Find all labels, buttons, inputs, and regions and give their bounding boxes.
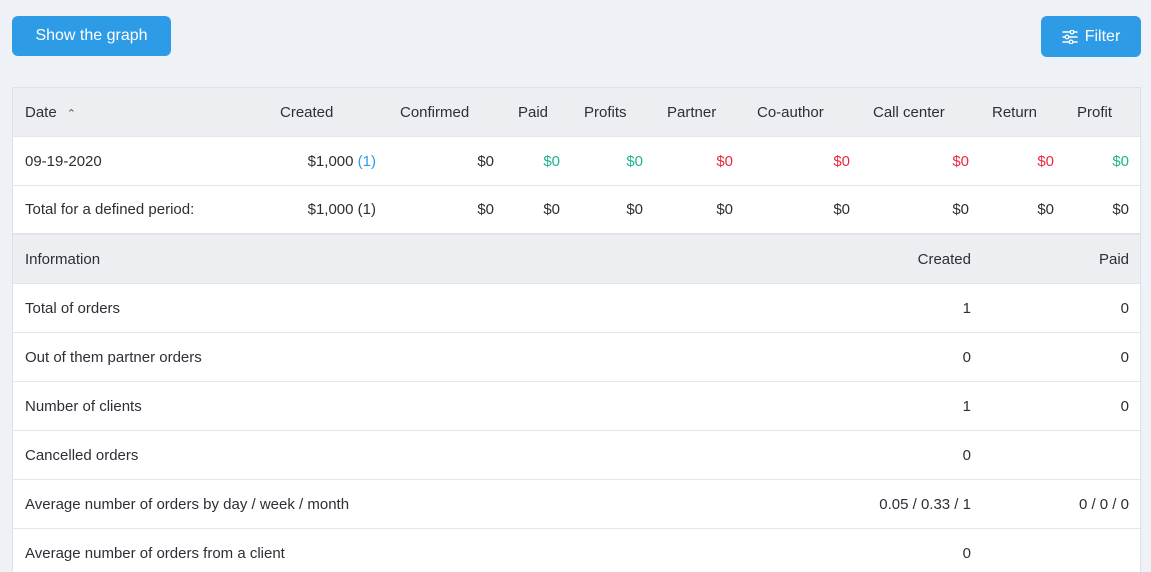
row-profit: $0 <box>1112 152 1129 170</box>
show-graph-label: Show the graph <box>35 27 148 44</box>
total-profits: $0 <box>626 201 643 218</box>
row-partner: $0 <box>716 152 733 170</box>
column-profit[interactable]: Profit <box>1077 88 1112 136</box>
total-confirmed: $0 <box>477 201 494 218</box>
total-paid: $0 <box>543 201 560 218</box>
row-profits: $0 <box>626 152 643 170</box>
column-partner[interactable]: Partner <box>667 88 716 136</box>
info-row-paid: 0 <box>1120 299 1129 317</box>
report-header-row: Date ⌃ Created Confirmed Paid Profits Pa… <box>13 88 1140 137</box>
total-row: Total for a defined period: $1,000 (1) $… <box>13 186 1140 235</box>
show-graph-button[interactable]: Show the graph <box>12 16 171 56</box>
info-row-created: 1 <box>962 397 971 415</box>
total-profit: $0 <box>1112 201 1129 218</box>
column-return[interactable]: Return <box>992 88 1037 136</box>
info-row-label: Average number of orders from a client <box>25 544 285 562</box>
total-callcenter: $0 <box>952 201 969 218</box>
column-date[interactable]: Date ⌃ <box>25 88 76 136</box>
column-callcenter[interactable]: Call center <box>873 88 945 136</box>
filter-button[interactable]: Filter <box>1041 16 1141 57</box>
filter-label: Filter <box>1084 27 1121 45</box>
info-column-created: Created <box>917 250 971 268</box>
total-partner: $0 <box>716 201 733 218</box>
column-confirmed[interactable]: Confirmed <box>400 88 469 136</box>
row-callcenter: $0 <box>952 152 969 170</box>
info-row-clients: Number of clients 1 0 <box>13 382 1140 431</box>
column-paid[interactable]: Paid <box>518 88 548 136</box>
info-header-row: Information Created Paid <box>13 235 1140 284</box>
info-row-created: 0.05 / 0.33 / 1 <box>879 495 971 513</box>
info-row-paid: 0 <box>1120 348 1129 366</box>
info-row-label: Cancelled orders <box>25 446 139 464</box>
info-row-average-period: Average number of orders by day / week /… <box>13 480 1140 529</box>
row-confirmed: $0 <box>477 152 494 170</box>
row-return: $0 <box>1037 152 1054 170</box>
info-row-cancelled: Cancelled orders 0 <box>13 431 1140 480</box>
info-row-average-client: Average number of orders from a client 0 <box>13 529 1140 572</box>
info-row-created: 0 <box>962 446 971 464</box>
column-created[interactable]: Created <box>280 88 333 136</box>
sort-ascending-icon: ⌃ <box>66 107 76 120</box>
row-coauthor: $0 <box>833 152 850 170</box>
info-row-partner-orders: Out of them partner orders 0 0 <box>13 333 1140 382</box>
sliders-icon <box>1061 29 1078 44</box>
row-date: 09-19-2020 <box>25 152 102 170</box>
info-row-paid: 0 <box>1120 397 1129 415</box>
info-column-paid: Paid <box>1098 250 1129 268</box>
info-row-label: Average number of orders by day / week /… <box>25 495 350 513</box>
total-created: $1,000 (1) <box>307 201 376 218</box>
column-coauthor[interactable]: Co-author <box>757 88 824 136</box>
row-created: $1,000 (1) <box>307 152 376 170</box>
info-row-label: Out of them partner orders <box>25 348 202 366</box>
info-row-paid: 0 / 0 / 0 <box>1078 495 1129 513</box>
created-count-link[interactable]: (1) <box>358 153 376 170</box>
total-label: Total for a defined period: <box>25 201 195 218</box>
report-panel: Date ⌃ Created Confirmed Paid Profits Pa… <box>12 87 1141 572</box>
info-row-created: 0 <box>962 544 971 562</box>
info-row-total-orders: Total of orders 1 0 <box>13 284 1140 333</box>
total-coauthor: $0 <box>833 201 850 218</box>
column-profits[interactable]: Profits <box>584 88 627 136</box>
total-return: $0 <box>1037 201 1054 218</box>
info-row-label: Total of orders <box>25 299 121 317</box>
table-row: 09-19-2020 $1,000 (1) $0 $0 $0 $0 $0 $0 … <box>13 137 1140 186</box>
info-row-created: 0 <box>962 348 971 366</box>
info-column-information: Information <box>25 250 101 268</box>
info-row-label: Number of clients <box>25 397 142 415</box>
info-row-created: 1 <box>962 299 971 317</box>
row-paid: $0 <box>543 152 560 170</box>
